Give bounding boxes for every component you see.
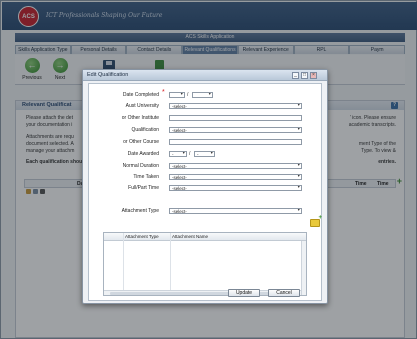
dialog-titlebar: Edit Qualification _ □ × — [83, 70, 327, 81]
cancel-button[interactable]: Cancel — [268, 289, 300, 297]
column-divider — [170, 233, 171, 295]
column-attachment-name: Attachment Name — [172, 234, 209, 239]
normal-duration-label: Normal Duration — [122, 163, 159, 169]
attachment-type-select[interactable]: -select- — [169, 208, 302, 214]
full-part-time-label: Full/Part Time — [128, 185, 159, 191]
date-awarded-day-select[interactable]: - — [169, 151, 187, 157]
close-icon[interactable]: × — [310, 72, 317, 79]
full-part-time-select[interactable]: -select- — [169, 185, 302, 191]
scrollbar-thumb[interactable] — [110, 292, 290, 295]
date-awarded-month-select[interactable]: - — [194, 151, 215, 157]
aust-university-label: Aust University — [125, 103, 159, 109]
date-separator: / — [189, 151, 191, 157]
other-course-label: or Other Course — [123, 139, 159, 145]
other-course-input[interactable] — [169, 139, 302, 145]
dialog-body: Date Completed * / Aust University -sele… — [88, 83, 322, 301]
normal-duration-select[interactable]: -select- — [169, 163, 302, 169]
date-completed-day-select[interactable] — [169, 92, 185, 98]
attachments-grid-header: Attachment Type Attachment Name — [104, 233, 306, 241]
time-taken-select[interactable]: -select- — [169, 174, 302, 180]
date-completed-month-select[interactable] — [192, 92, 213, 98]
attachment-type-label: Attachment Type — [121, 208, 159, 214]
column-attachment-type: Attachment Type — [125, 234, 159, 239]
other-institute-label: or Other Institute — [121, 115, 159, 121]
add-attachment-icon[interactable] — [310, 215, 322, 227]
date-separator: / — [187, 92, 189, 98]
column-divider — [123, 233, 124, 295]
dialog-title: Edit Qualification — [87, 72, 129, 78]
required-marker: * — [162, 89, 165, 96]
qualification-select[interactable]: -select- — [169, 127, 302, 133]
minimize-icon[interactable]: _ — [292, 72, 299, 79]
update-button[interactable]: Update — [228, 289, 260, 297]
other-institute-input[interactable] — [169, 115, 302, 121]
date-completed-label: Date Completed — [122, 92, 159, 98]
time-taken-label: Time Taken — [133, 174, 159, 180]
date-awarded-label: Date Awarded — [127, 151, 159, 157]
aust-university-select[interactable]: -select- — [169, 103, 302, 109]
qualification-label: Qualification — [131, 127, 159, 133]
edit-qualification-dialog: Edit Qualification _ □ × Date Completed … — [82, 69, 328, 304]
maximize-icon[interactable]: □ — [301, 72, 308, 79]
attachments-grid: Attachment Type Attachment Name — [103, 232, 307, 296]
vertical-scrollbar[interactable] — [301, 241, 306, 295]
